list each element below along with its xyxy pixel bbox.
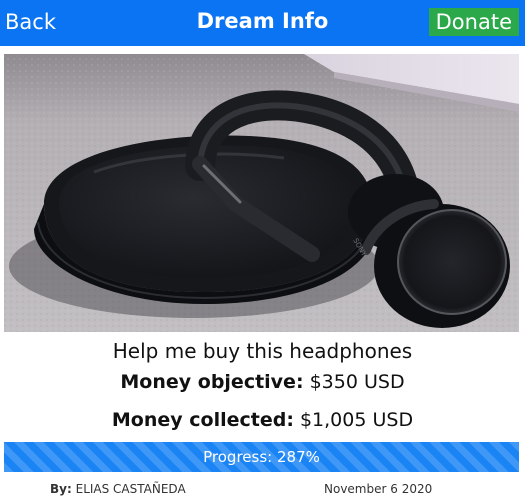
money-collected-label: Money collected: (111, 409, 294, 431)
headphones-photo: SONY (4, 54, 519, 332)
progress-label: Progress: 287% (203, 448, 320, 466)
post-date: November 6 2020 (324, 482, 433, 496)
dream-info-screen: Back Dream Info Donate SONY Help me buy … (0, 0, 525, 500)
money-objective-label: Money objective: (120, 371, 304, 393)
money-collected-value: $1,005 USD (299, 409, 414, 431)
dream-image: SONY (4, 54, 519, 332)
donate-button[interactable]: Donate (428, 8, 519, 36)
dream-caption: Help me buy this headphones (112, 339, 413, 363)
progress-bar: Progress: 287% (4, 442, 519, 472)
money-objective: Money objective: $350 USD (0, 368, 525, 396)
author-name: ELIAS CASTAÑEDA (75, 482, 186, 496)
money-collected: Money collected: $1,005 USD (0, 406, 525, 434)
dream-footer: By: ELIAS CASTAÑEDA November 6 2020 (0, 480, 525, 500)
by-label: By: (50, 482, 72, 496)
top-bar: Back Dream Info Donate (0, 0, 525, 46)
author-line: By: ELIAS CASTAÑEDA (50, 480, 186, 498)
money-objective-value: $350 USD (309, 371, 405, 393)
